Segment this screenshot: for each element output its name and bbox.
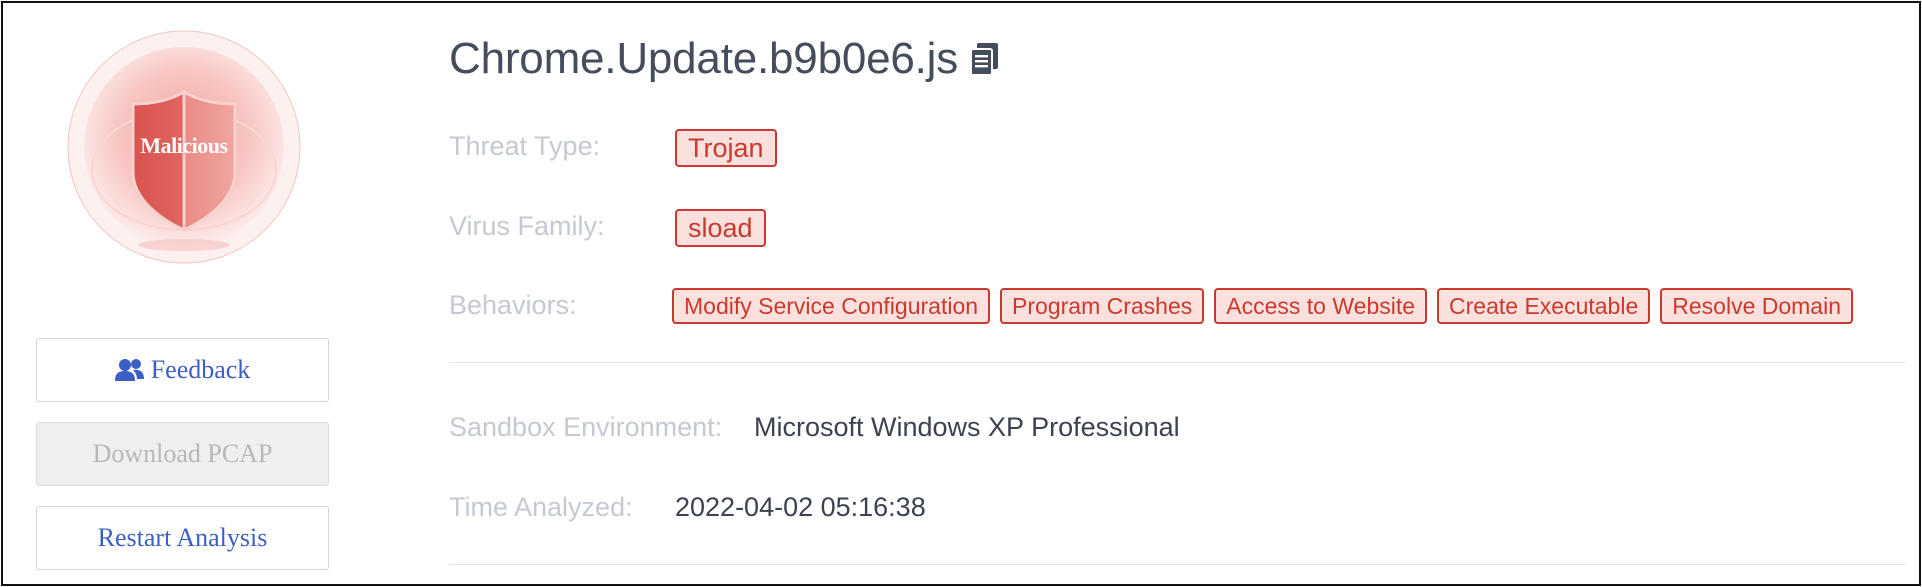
behaviors-label: Behaviors: bbox=[449, 290, 577, 320]
download-pcap-label: Download PCAP bbox=[92, 439, 273, 468]
sandbox-label: Sandbox Environment: bbox=[449, 412, 723, 442]
feedback-label: Feedback bbox=[150, 355, 251, 384]
behavior-tag: Modify Service Configuration bbox=[672, 288, 991, 324]
virus-family-label: Virus Family: bbox=[449, 211, 605, 241]
download-pcap-button[interactable]: Download PCAP bbox=[36, 422, 329, 486]
report-panel: Malicious Feedback Download PCAP Restart… bbox=[1, 1, 1921, 586]
time-analyzed-label: Time Analyzed: bbox=[449, 492, 633, 522]
feedback-button[interactable]: Feedback bbox=[36, 338, 329, 402]
behavior-tag: Resolve Domain bbox=[1660, 288, 1854, 324]
virus-family-tag: sload bbox=[675, 209, 766, 247]
behaviors-list: Modify Service Configuration Program Cra… bbox=[672, 288, 1854, 324]
threat-type-tag: Trojan bbox=[675, 129, 777, 167]
file-title-row: Chrome.Update.b9b0e6.js bbox=[449, 31, 1000, 87]
verdict-badge: Malicious bbox=[67, 30, 301, 264]
verdict-label: Malicious bbox=[140, 133, 228, 158]
behavior-tag: Create Executable bbox=[1437, 288, 1651, 324]
restart-analysis-label: Restart Analysis bbox=[97, 523, 268, 552]
copy-icon[interactable] bbox=[970, 42, 1000, 76]
sandbox-value: Microsoft Windows XP Professional bbox=[754, 412, 1180, 442]
threat-type-label: Threat Type: bbox=[449, 131, 601, 161]
users-icon bbox=[114, 359, 144, 381]
behavior-tag: Program Crashes bbox=[1000, 288, 1205, 324]
section-divider bbox=[449, 564, 1906, 565]
section-divider bbox=[449, 362, 1906, 363]
behavior-tag: Access to Website bbox=[1214, 288, 1428, 324]
restart-analysis-button[interactable]: Restart Analysis bbox=[36, 506, 329, 570]
file-name: Chrome.Update.b9b0e6.js bbox=[449, 34, 959, 83]
time-analyzed-value: 2022-04-02 05:16:38 bbox=[675, 492, 926, 522]
